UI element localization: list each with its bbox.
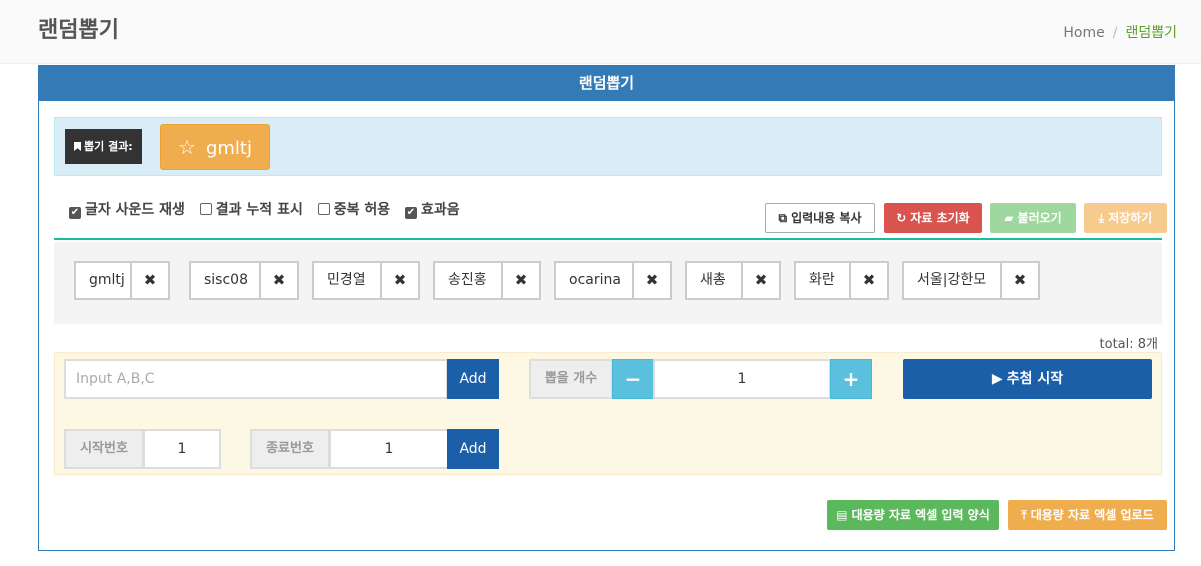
options: ✔ 글자 사운드 재생 결과 누적 표시 중복 허용 ✔ 효과음 [69, 199, 470, 219]
list-item: gmltj ✖ [74, 261, 170, 300]
divider [54, 238, 1162, 240]
start-draw-button[interactable]: ▶ 추첨 시작 [903, 359, 1152, 399]
remove-icon[interactable]: ✖ [501, 263, 539, 298]
file-icon: ▤ [836, 508, 848, 522]
copy-icon: ⧉ [778, 211, 788, 225]
minus-button[interactable]: − [612, 359, 654, 399]
plus-button[interactable]: + [830, 359, 872, 399]
remove-icon[interactable]: ✖ [849, 263, 887, 298]
remove-icon[interactable]: ✖ [741, 263, 779, 298]
upload-icon: ⤒ [1021, 508, 1027, 522]
item-list: gmltj ✖ sisc08 ✖ 민경열 ✖ 송진홍 ✖ ocarina ✖ 새총 ✖ 화란… [54, 242, 1162, 324]
list-item: 송진홍 ✖ [433, 261, 541, 300]
start-number-input[interactable]: 1 [143, 429, 221, 469]
result-label: 뽑기 결과: [65, 129, 142, 164]
top-bar: 랜덤뽑기 Home / 랜덤뽑기 [0, 0, 1201, 64]
copy-input-button[interactable]: ⧉ 입력내용 복사 [765, 203, 875, 233]
start-number-label: 시작번호 [64, 429, 144, 469]
remove-icon[interactable]: ✖ [259, 263, 297, 298]
save-button[interactable]: ⤓ 저장하기 [1084, 203, 1167, 233]
remove-icon[interactable]: ✖ [130, 263, 168, 298]
remove-icon[interactable]: ✖ [1000, 263, 1038, 298]
load-button[interactable]: ▰ 불러오기 [990, 203, 1076, 233]
page-title: 랜덤뽑기 [38, 18, 119, 43]
end-number-label: 종료번호 [250, 429, 330, 469]
list-item: sisc08 ✖ [189, 261, 299, 300]
items-input[interactable]: Input A,B,C [64, 359, 448, 399]
add-range-button[interactable]: Add [447, 429, 499, 469]
remove-icon[interactable]: ✖ [380, 263, 418, 298]
option-sound[interactable]: ✔ 글자 사운드 재생 [69, 199, 185, 219]
total-count: total: 8개 [1099, 337, 1158, 352]
option-duplicate[interactable]: 중복 허용 [317, 199, 390, 219]
list-item: 새총 ✖ [685, 261, 781, 300]
random-draw-panel: 랜덤뽑기 뽑기 결과: ☆ gmltj ✔ 글자 사운드 재생 결과 누적 표시 중… [38, 65, 1175, 551]
star-icon: ☆ [178, 135, 196, 159]
list-item: ocarina ✖ [554, 261, 672, 300]
add-button[interactable]: Add [447, 359, 499, 399]
download-icon: ⤓ [1098, 211, 1105, 225]
list-item: 화란 ✖ [794, 261, 889, 300]
checkbox-icon[interactable]: ✔ [404, 207, 417, 219]
option-effect-sound[interactable]: ✔ 효과음 [404, 199, 460, 219]
breadcrumb-home[interactable]: Home [1063, 25, 1104, 41]
input-form: Input A,B,C Add 뽑을 개수 − 1 + ▶ 추첨 시작 시작번호 … [54, 352, 1162, 475]
count-input[interactable]: 1 [653, 359, 831, 399]
result-value: ☆ gmltj [160, 124, 270, 170]
excel-form-button[interactable]: ▤ 대용량 자료 엑셀 입력 양식 [827, 500, 999, 530]
list-item: 서울|강한모 ✖ [902, 261, 1040, 300]
checkbox-icon[interactable]: ✔ [69, 207, 81, 219]
result-bar: 뽑기 결과: ☆ gmltj [54, 117, 1162, 176]
count-label: 뽑을 개수 [529, 359, 613, 399]
excel-upload-button[interactable]: ⤒ 대용량 자료 엑셀 업로드 [1008, 500, 1167, 530]
remove-icon[interactable]: ✖ [632, 263, 670, 298]
list-item: 민경열 ✖ [312, 261, 420, 300]
folder-icon: ▰ [1004, 211, 1014, 225]
checkbox-icon[interactable] [317, 203, 330, 215]
breadcrumb: Home / 랜덤뽑기 [1063, 25, 1177, 41]
reset-data-button[interactable]: ↻ 자료 초기화 [884, 203, 982, 233]
checkbox-icon[interactable] [199, 203, 212, 215]
play-icon: ▶ [991, 371, 1003, 387]
bookmark-icon [74, 142, 81, 151]
breadcrumb-current: 랜덤뽑기 [1125, 25, 1177, 41]
option-accumulate[interactable]: 결과 누적 표시 [199, 199, 303, 219]
refresh-icon: ↻ [896, 211, 907, 225]
end-number-input[interactable]: 1 [329, 429, 449, 469]
panel-title: 랜덤뽑기 [39, 66, 1174, 101]
